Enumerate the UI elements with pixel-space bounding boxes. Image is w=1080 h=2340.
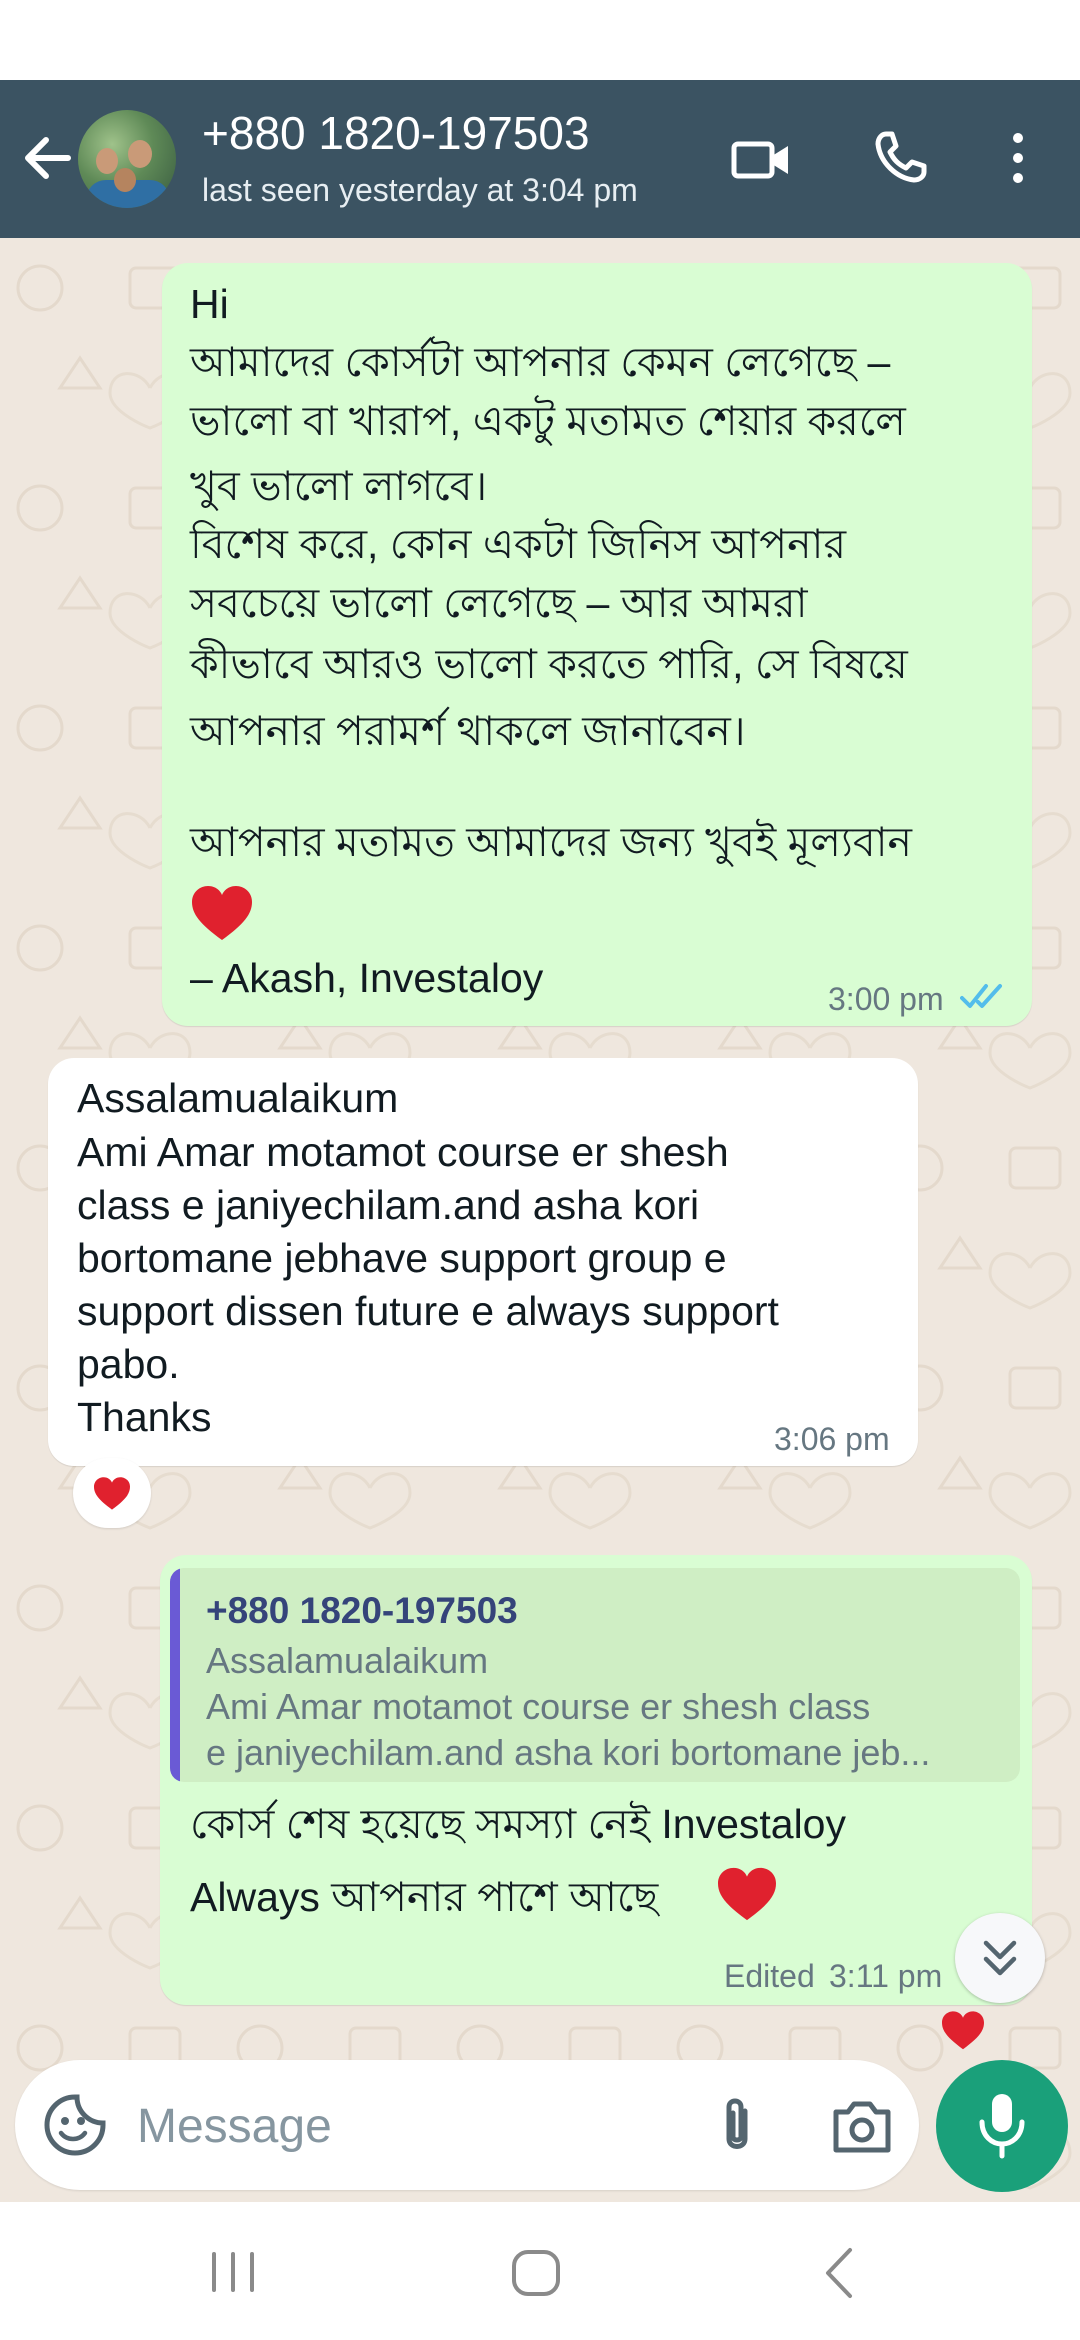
message-text: খুব ভালো লাগবে। <box>190 463 488 509</box>
quote-accent-bar <box>170 1568 180 1782</box>
microphone-button[interactable] <box>936 2060 1068 2192</box>
arrow-left-icon[interactable] <box>18 128 78 188</box>
message-text: Hi <box>190 281 229 327</box>
status-bar <box>0 0 1080 80</box>
message-text: বিশেষ করে, কোন একটা জিনিস আপনার <box>190 521 846 567</box>
reaction-badge[interactable] <box>73 1458 151 1528</box>
message-text: Assalamualaikum <box>77 1075 399 1121</box>
quote-text: Assalamualaikum <box>206 1640 489 1681</box>
contact-name[interactable]: +880 1820-197503 <box>202 106 590 160</box>
double-chevron-down-icon <box>983 1940 1017 1976</box>
message-text: class e janiyechilam.and asha kori <box>77 1182 700 1228</box>
paperclip-icon[interactable] <box>707 2095 767 2159</box>
message-time: 3:06 pm <box>774 1421 890 1457</box>
message-time: 3:11 pm <box>829 1958 943 1994</box>
message-text: – Akash, Investaloy <box>190 955 544 1001</box>
phone-icon[interactable] <box>868 126 932 190</box>
message-text: কোর্স শেষ হয়েছে সমস্যা নেই Investaloy <box>190 1801 846 1847</box>
camera-icon[interactable] <box>830 2096 894 2156</box>
chat-header: +880 1820-197503 last seen yesterday at … <box>0 80 1080 238</box>
message-text: সবচেয়ে ভালো লেগেছে – আর আমরা <box>190 580 808 626</box>
recents-icon[interactable] <box>208 2250 258 2294</box>
sticker-icon[interactable] <box>43 2093 107 2157</box>
message-input[interactable] <box>135 2090 699 2162</box>
more-vertical-icon[interactable] <box>1000 126 1036 190</box>
message-composer <box>15 2060 919 2190</box>
message-time: 3:00 pm <box>828 981 944 1017</box>
heart-emoji <box>942 2011 984 2050</box>
message-text: Always আপনার পাশে আছে <box>190 1874 659 1920</box>
message-text: আমাদের কোর্সটা আপনার কেমন লেগেছে – <box>190 339 891 385</box>
quote-author: +880 1820-197503 <box>206 1590 518 1631</box>
edited-label: Edited <box>724 1958 815 1994</box>
message-text: আপনার পরামর্শ থাকলে জানাবেন। <box>190 708 746 754</box>
avatar[interactable] <box>78 110 176 208</box>
quote-text: e janiyechilam.and asha kori bortomane j… <box>206 1732 931 1773</box>
system-navigation-bar <box>0 2202 1080 2340</box>
microphone-icon <box>979 2094 1025 2159</box>
last-seen-status[interactable]: last seen yesterday at 3:04 pm <box>202 172 638 209</box>
message-text: আপনার মতামত আমাদের জন্য খুবই মূল্যবান <box>190 819 913 865</box>
scroll-to-bottom-button[interactable] <box>955 1913 1045 2003</box>
home-icon[interactable] <box>510 2248 562 2298</box>
message-text: Ami Amar motamot course er shesh <box>77 1129 729 1175</box>
message-text: bortomane jebhave support group e <box>77 1235 727 1281</box>
quoted-message[interactable]: +880 1820-197503 Assalamualaikum Ami Ama… <box>170 1568 1020 1782</box>
message-text: pabo. <box>77 1341 180 1387</box>
message-text: ভালো বা খারাপ, একটু মতামত শেয়ার করলে <box>190 398 906 444</box>
heart-emoji <box>718 1867 776 1921</box>
heart-emoji <box>192 886 252 940</box>
message-text: Thanks <box>77 1394 212 1440</box>
quote-text: Ami Amar motamot course er shesh class <box>206 1686 871 1727</box>
double-check-read-icon <box>960 984 1002 1008</box>
message-text: কীভাবে আরও ভালো করতে পারি, সে বিষয়ে <box>190 641 908 687</box>
message-text: support dissen future e always support <box>77 1288 779 1334</box>
video-camera-icon[interactable] <box>730 128 794 192</box>
back-chevron-icon[interactable] <box>820 2246 860 2300</box>
heart-emoji <box>94 1477 130 1510</box>
